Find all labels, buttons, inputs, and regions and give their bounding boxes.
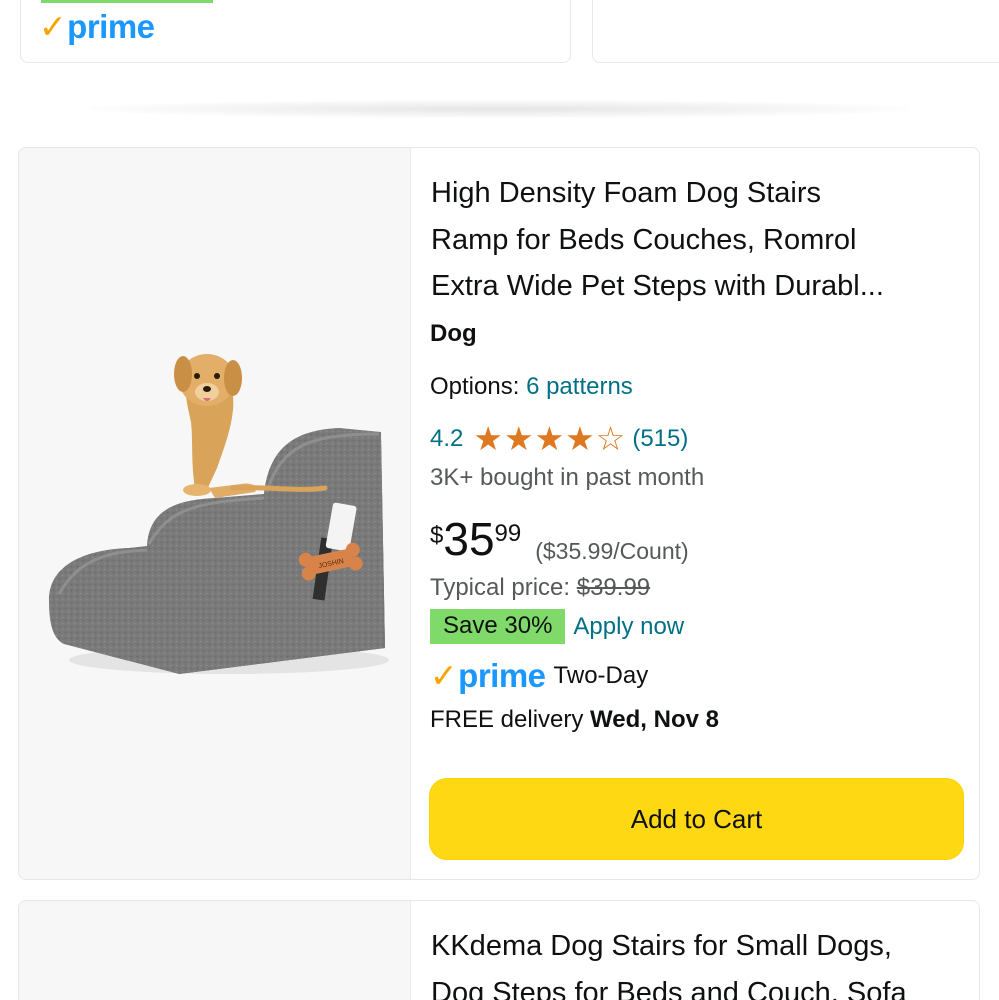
rating-row[interactable]: 4.2 ★ ★ ★ ★ ☆ (515) [430,422,688,455]
next-product-title-line-2: Dog Steps for Beds and Couch, Sofa [431,976,907,1000]
product-image: JOSHIN [49,354,389,674]
prime-logo: ✓ prime [430,657,546,694]
star-empty-icon: ☆ [595,420,626,457]
prime-check-icon: ✓ [430,657,458,694]
product-title-line-1: High Density Foam Dog Stairs [431,177,822,209]
options-link[interactable]: 6 patterns [526,373,633,400]
product-card[interactable]: JOSHIN High Density Foam Dog Stairs Ramp… [18,147,980,880]
prime-speed: Two-Day [553,661,649,689]
previous-product-card[interactable]: ✓ prime [20,0,571,63]
price: $ 35 99 ($35.99/Count) [430,516,689,565]
prime-logo: ✓ prime [39,8,155,45]
save-badge: Save 30% [430,609,566,644]
star-full-icon: ★ [565,420,595,457]
product-image-panel[interactable]: JOSHIN [19,148,411,879]
previous-product-card-right[interactable] [592,0,999,63]
typical-price-row: Typical price: $39.99 [430,574,650,602]
star-full-icon: ★ [473,420,503,457]
typical-price-value: $39.99 [576,574,651,601]
rating-value: 4.2 [430,424,464,452]
product-title-line-2: Ramp for Beds Couches, Romrol [431,223,857,256]
section-divider [90,100,909,118]
unit-price: ($35.99/Count) [535,538,689,564]
rating-stars: ★ ★ ★ ★ ☆ [473,422,626,455]
delivery-row: FREE delivery Wed, Nov 8 [430,706,719,734]
price-symbol: $ [430,522,444,549]
prime-row: ✓ prime Two-Day [430,656,648,695]
apply-coupon-link[interactable]: Apply now [573,613,684,641]
typical-price-label: Typical price: [430,574,571,601]
price-fraction: 99 [494,520,522,547]
previous-product-green-bar [41,0,213,3]
next-product-image-panel[interactable] [19,901,411,1000]
next-product-card[interactable]: KKdema Dog Stairs for Small Dogs, Dog St… [18,900,980,1000]
add-to-cart-button[interactable]: Add to Cart [429,778,964,860]
price-whole: 35 [443,513,495,565]
product-brand: Dog [430,320,477,347]
options-row: Options: 6 patterns [430,373,633,401]
bought-count: 3K+ bought in past month [430,464,705,491]
product-title[interactable]: High Density Foam Dog Stairs Ramp for Be… [431,170,971,310]
star-full-icon: ★ [503,420,534,457]
star-full-icon: ★ [534,420,565,457]
review-count[interactable]: (515) [632,425,688,453]
prime-check-icon: ✓ [39,8,67,45]
delivery-prefix: FREE delivery [430,706,584,733]
coupon-row: Save 30% Apply now [430,609,684,644]
next-product-title-line-1: KKdema Dog Stairs for Small Dogs, [431,930,892,962]
next-product-title[interactable]: KKdema Dog Stairs for Small Dogs, Dog St… [431,923,971,1000]
product-title-line-3: Extra Wide Pet Steps with Durabl... [431,270,884,302]
delivery-date: Wed, Nov 8 [590,706,719,733]
options-label: Options: [430,373,520,400]
